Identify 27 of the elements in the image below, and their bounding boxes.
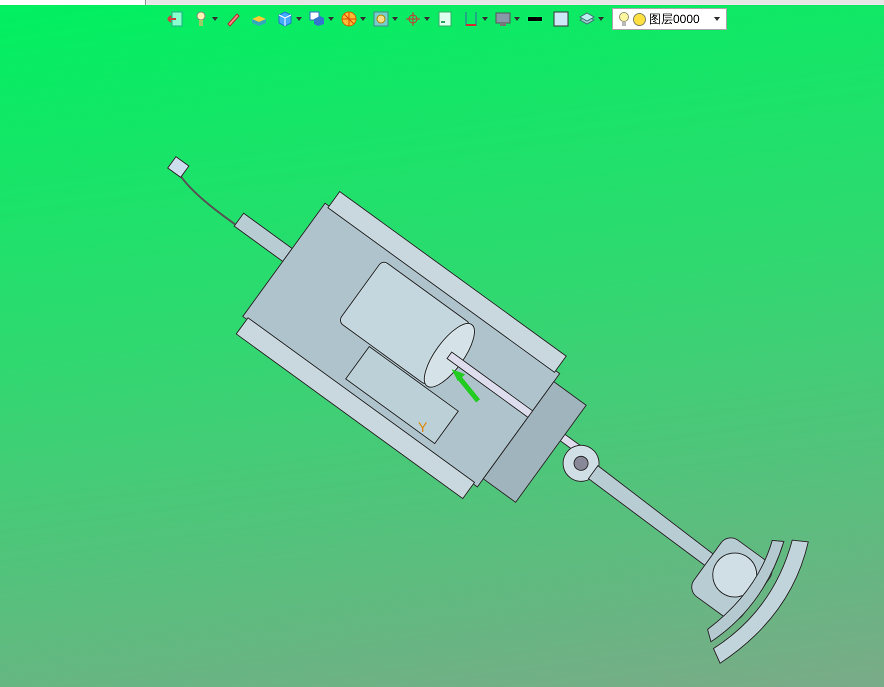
panel-icon (437, 11, 453, 27)
caret-icon[interactable] (392, 17, 398, 21)
caret-icon[interactable] (328, 17, 334, 21)
sphere-icon (341, 11, 357, 27)
exit-icon (167, 11, 183, 27)
stack-icon (579, 11, 595, 27)
ruler-icon (463, 11, 479, 27)
caret-icon[interactable] (424, 17, 430, 21)
axis-label: Y (418, 419, 428, 435)
caret-icon[interactable] (296, 17, 302, 21)
cube-icon (277, 11, 293, 27)
monitor-icon (495, 11, 511, 27)
fill-color-icon (553, 11, 569, 27)
caret-icon[interactable] (482, 17, 488, 21)
bulb-icon (618, 11, 630, 27)
pencil-icon (225, 11, 241, 27)
caret-icon[interactable] (514, 17, 520, 21)
layer-dropdown[interactable]: 图层0000 (612, 8, 727, 30)
crosshair-icon (405, 11, 421, 27)
layer-name: 图层0000 (649, 10, 701, 28)
view-icon (309, 11, 325, 27)
layer-color-icon (633, 12, 646, 26)
render-icon (373, 11, 389, 27)
caret-icon (714, 17, 720, 21)
caret-icon[interactable] (212, 17, 218, 21)
caret-icon[interactable] (360, 17, 366, 21)
caret-icon[interactable] (598, 17, 604, 21)
